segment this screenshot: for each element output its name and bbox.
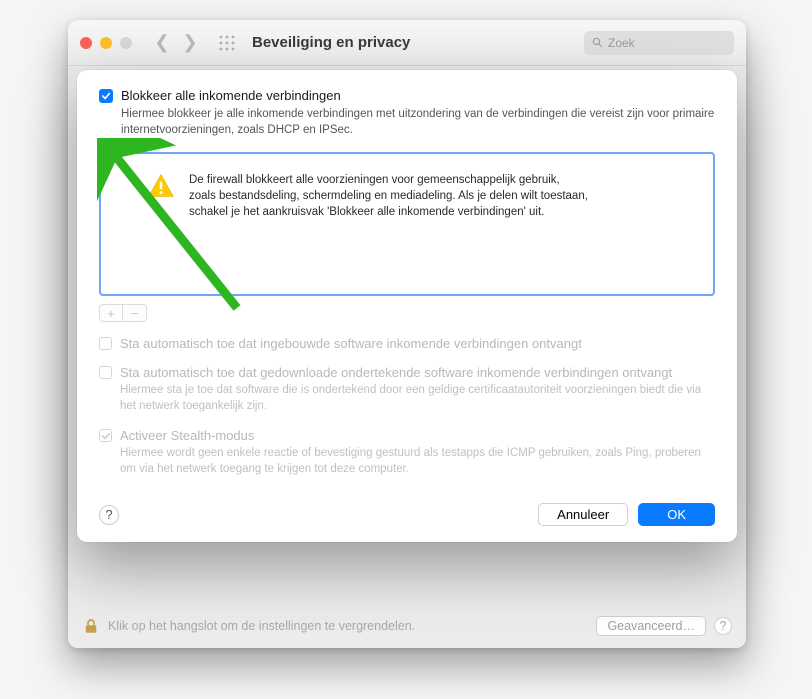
- search-placeholder: Zoek: [608, 36, 635, 50]
- search-icon: [592, 37, 603, 48]
- firewall-options-sheet: Blokkeer alle inkomende verbindingen Hie…: [77, 70, 737, 542]
- help-icon[interactable]: ?: [714, 617, 732, 635]
- search-field[interactable]: Zoek: [584, 31, 734, 55]
- forward-button[interactable]: ❯: [178, 32, 202, 54]
- auto-signed-label: Sta automatisch toe dat gedownloade onde…: [120, 365, 672, 380]
- stealth-label: Activeer Stealth-modus: [120, 428, 254, 443]
- warning-text: De firewall blokkeert alle voorzieningen…: [189, 172, 589, 220]
- lock-icon[interactable]: [82, 617, 100, 635]
- back-button[interactable]: ❮: [150, 32, 174, 54]
- show-all-icon[interactable]: [216, 32, 238, 54]
- apps-list[interactable]: De firewall blokkeert alle voorzieningen…: [99, 152, 715, 296]
- add-button[interactable]: +: [99, 304, 123, 322]
- block-all-description: Hiermee blokkeer je alle inkomende verbi…: [121, 107, 715, 138]
- cancel-button[interactable]: Annuleer: [538, 503, 628, 526]
- stealth-checkbox: [99, 429, 112, 442]
- titlebar: ❮ ❯ Beveiliging en privacy Zoek: [68, 20, 746, 66]
- ok-button[interactable]: OK: [638, 503, 715, 526]
- stealth-description: Hiermee wordt geen enkele reactie of bev…: [120, 446, 715, 477]
- auto-builtin-label: Sta automatisch toe dat ingebouwde softw…: [120, 336, 582, 351]
- block-all-checkbox[interactable]: [99, 89, 113, 103]
- window-title: Beveiliging en privacy: [252, 34, 410, 51]
- traffic-lights: [80, 37, 132, 49]
- warning-icon: [147, 172, 175, 200]
- minimize-window-button[interactable]: [100, 37, 112, 49]
- zoom-window-button[interactable]: [120, 37, 132, 49]
- remove-button[interactable]: −: [123, 304, 147, 322]
- block-all-label: Blokkeer alle inkomende verbindingen: [121, 88, 341, 103]
- lock-text: Klik op het hangslot om de instellingen …: [108, 619, 588, 633]
- auto-signed-description: Hiermee sta je toe dat software die is o…: [120, 383, 715, 414]
- help-button[interactable]: ?: [99, 505, 119, 525]
- auto-builtin-checkbox: [99, 337, 112, 350]
- advanced-button[interactable]: Geavanceerd…: [596, 616, 706, 636]
- close-window-button[interactable]: [80, 37, 92, 49]
- auto-signed-checkbox: [99, 366, 112, 379]
